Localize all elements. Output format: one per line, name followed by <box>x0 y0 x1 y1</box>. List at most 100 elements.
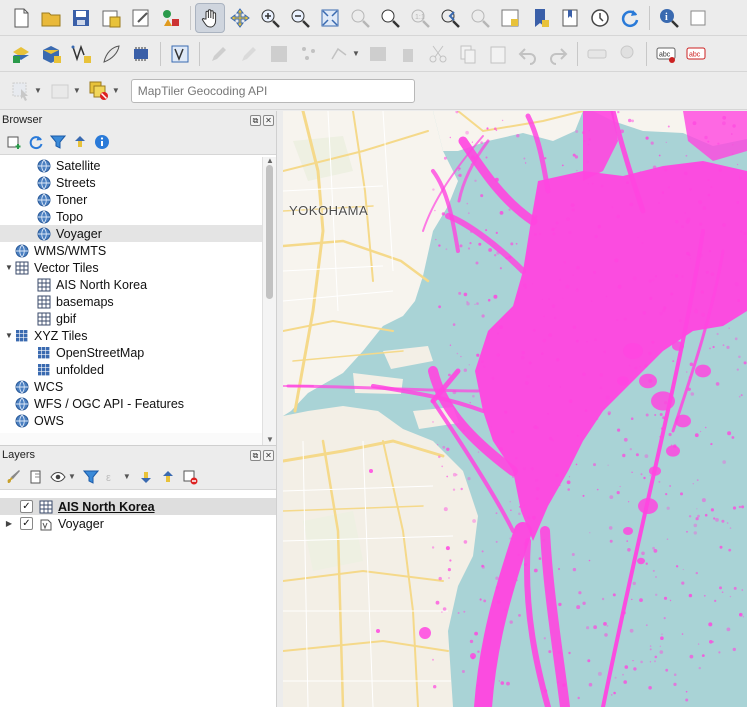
pan-to-selection-button[interactable] <box>225 3 255 33</box>
filter-legend-button[interactable] <box>81 467 101 487</box>
add-vector-tile-button[interactable] <box>165 39 195 69</box>
chevron-right-icon[interactable]: ▶ <box>4 519 14 528</box>
show-bookmarks-button[interactable] <box>555 3 585 33</box>
filter-by-expression-button[interactable]: ε <box>103 467 123 487</box>
zoom-full-button[interactable] <box>315 3 345 33</box>
select-features-button[interactable] <box>6 76 36 106</box>
scroll-down-arrow[interactable]: ▼ <box>266 435 274 444</box>
layer-visibility-checkbox[interactable]: ✓ <box>20 500 33 513</box>
filter-browser-button[interactable] <box>48 132 68 152</box>
chevron-down-icon[interactable]: ▼ <box>4 263 14 272</box>
vertex-tool-button[interactable] <box>324 39 354 69</box>
float-panel-button[interactable]: ⧉ <box>250 114 261 126</box>
refresh-browser-button[interactable] <box>26 132 46 152</box>
new-bookmark-button[interactable] <box>525 3 555 33</box>
panel-splitter[interactable] <box>276 111 283 707</box>
browser-item[interactable]: WCS <box>0 378 262 395</box>
save-as-button[interactable] <box>96 3 126 33</box>
browser-item[interactable]: Topo <box>0 208 262 225</box>
expand-all-button[interactable] <box>136 467 156 487</box>
zoom-in-button[interactable] <box>255 3 285 33</box>
deselect-all-button[interactable] <box>84 76 114 106</box>
add-group-button[interactable] <box>26 467 46 487</box>
attribute-table-edit-button[interactable] <box>363 39 393 69</box>
browser-item[interactable]: gbif <box>0 310 262 327</box>
browser-item[interactable]: Toner <box>0 191 262 208</box>
manage-map-themes-button[interactable] <box>48 467 68 487</box>
new-project-button[interactable] <box>6 3 36 33</box>
new-geopackage-button[interactable] <box>36 39 66 69</box>
chevron-down-icon[interactable]: ▼ <box>112 86 120 95</box>
select-by-value-button[interactable] <box>45 76 75 106</box>
open-project-button[interactable] <box>36 3 66 33</box>
layer-visibility-checkbox[interactable]: ✓ <box>20 517 33 530</box>
browser-item[interactable]: ▼ Vector Tiles <box>0 259 262 276</box>
save-project-button[interactable] <box>66 3 96 33</box>
label-options-button[interactable]: abc <box>681 39 711 69</box>
new-spatialite-button[interactable] <box>96 39 126 69</box>
print-layout-button[interactable] <box>126 3 156 33</box>
pan-map-button[interactable] <box>195 2 225 33</box>
copy-features-button[interactable] <box>453 39 483 69</box>
zoom-out-button[interactable] <box>285 3 315 33</box>
zoom-native-button[interactable]: 1:1 <box>405 3 435 33</box>
layer-item[interactable]: ✓ AIS North Korea <box>0 498 276 515</box>
style-manager-button[interactable] <box>156 3 186 33</box>
chevron-down-icon[interactable]: ▼ <box>123 472 131 481</box>
refresh-button[interactable] <box>615 3 645 33</box>
current-edits-button[interactable] <box>204 39 234 69</box>
layer-item[interactable]: ▶ ✓ Voyager <box>0 515 276 532</box>
browser-item[interactable]: ▼ XYZ Tiles <box>0 327 262 344</box>
chevron-down-icon[interactable]: ▼ <box>4 331 14 340</box>
browser-item[interactable]: Satellite <box>0 157 262 174</box>
remove-layer-icon <box>183 470 198 484</box>
browser-item[interactable]: WMS/WMTS <box>0 242 262 259</box>
browser-item[interactable]: AIS North Korea <box>0 276 262 293</box>
browser-item[interactable]: unfolded <box>0 361 262 378</box>
delete-selected-button[interactable] <box>393 39 423 69</box>
scrollbar-thumb[interactable] <box>266 165 273 299</box>
browser-item[interactable]: Streets <box>0 174 262 191</box>
new-map-view-button[interactable] <box>495 3 525 33</box>
toggle-editing-button[interactable] <box>234 39 264 69</box>
collapse-all-layers-button[interactable] <box>158 467 178 487</box>
close-panel-button[interactable]: ✕ <box>263 449 274 461</box>
identify-features-button[interactable]: i <box>654 3 684 33</box>
chevron-down-icon[interactable]: ▼ <box>68 472 76 481</box>
browser-item[interactable]: OpenStreetMap <box>0 344 262 361</box>
browser-item[interactable]: Voyager <box>0 225 262 242</box>
scroll-up-arrow[interactable]: ▲ <box>266 156 274 165</box>
new-shapefile-button[interactable] <box>66 39 96 69</box>
undo-button[interactable] <box>513 39 543 69</box>
redo-button[interactable] <box>543 39 573 69</box>
zoom-next-button[interactable] <box>465 3 495 33</box>
layer-labeling-button[interactable]: abc <box>651 39 681 69</box>
enable-properties-button[interactable] <box>92 132 112 152</box>
digitize-point-button[interactable] <box>294 39 324 69</box>
zoom-to-selection-button[interactable] <box>345 3 375 33</box>
browser-scrollbar[interactable]: ▲ ▼ <box>262 156 276 445</box>
pin-labels-button[interactable] <box>612 39 642 69</box>
more-tools-button[interactable] <box>684 3 714 33</box>
open-layer-styling-button[interactable] <box>4 467 24 487</box>
label-tool-button[interactable] <box>582 39 612 69</box>
geocoding-search-input[interactable] <box>130 78 415 103</box>
save-edits-button[interactable] <box>264 39 294 69</box>
float-panel-button[interactable]: ⧉ <box>250 449 261 461</box>
temporal-controller-button[interactable] <box>585 3 615 33</box>
browser-horizontal-scrollbar[interactable] <box>0 433 262 445</box>
remove-layer-button[interactable] <box>180 467 200 487</box>
browser-item[interactable]: basemaps <box>0 293 262 310</box>
cut-features-button[interactable] <box>423 39 453 69</box>
paste-features-button[interactable] <box>483 39 513 69</box>
zoom-last-button[interactable] <box>435 3 465 33</box>
browser-item[interactable]: OWS <box>0 412 262 429</box>
map-canvas[interactable]: YOKOHAMA <box>283 111 747 707</box>
new-memory-layer-button[interactable] <box>126 39 156 69</box>
add-selected-layers-button[interactable] <box>4 132 24 152</box>
zoom-to-layer-button[interactable] <box>375 3 405 33</box>
collapse-all-button[interactable] <box>70 132 90 152</box>
data-source-manager-button[interactable] <box>6 39 36 69</box>
close-panel-button[interactable]: ✕ <box>263 114 274 126</box>
browser-item[interactable]: WFS / OGC API - Features <box>0 395 262 412</box>
